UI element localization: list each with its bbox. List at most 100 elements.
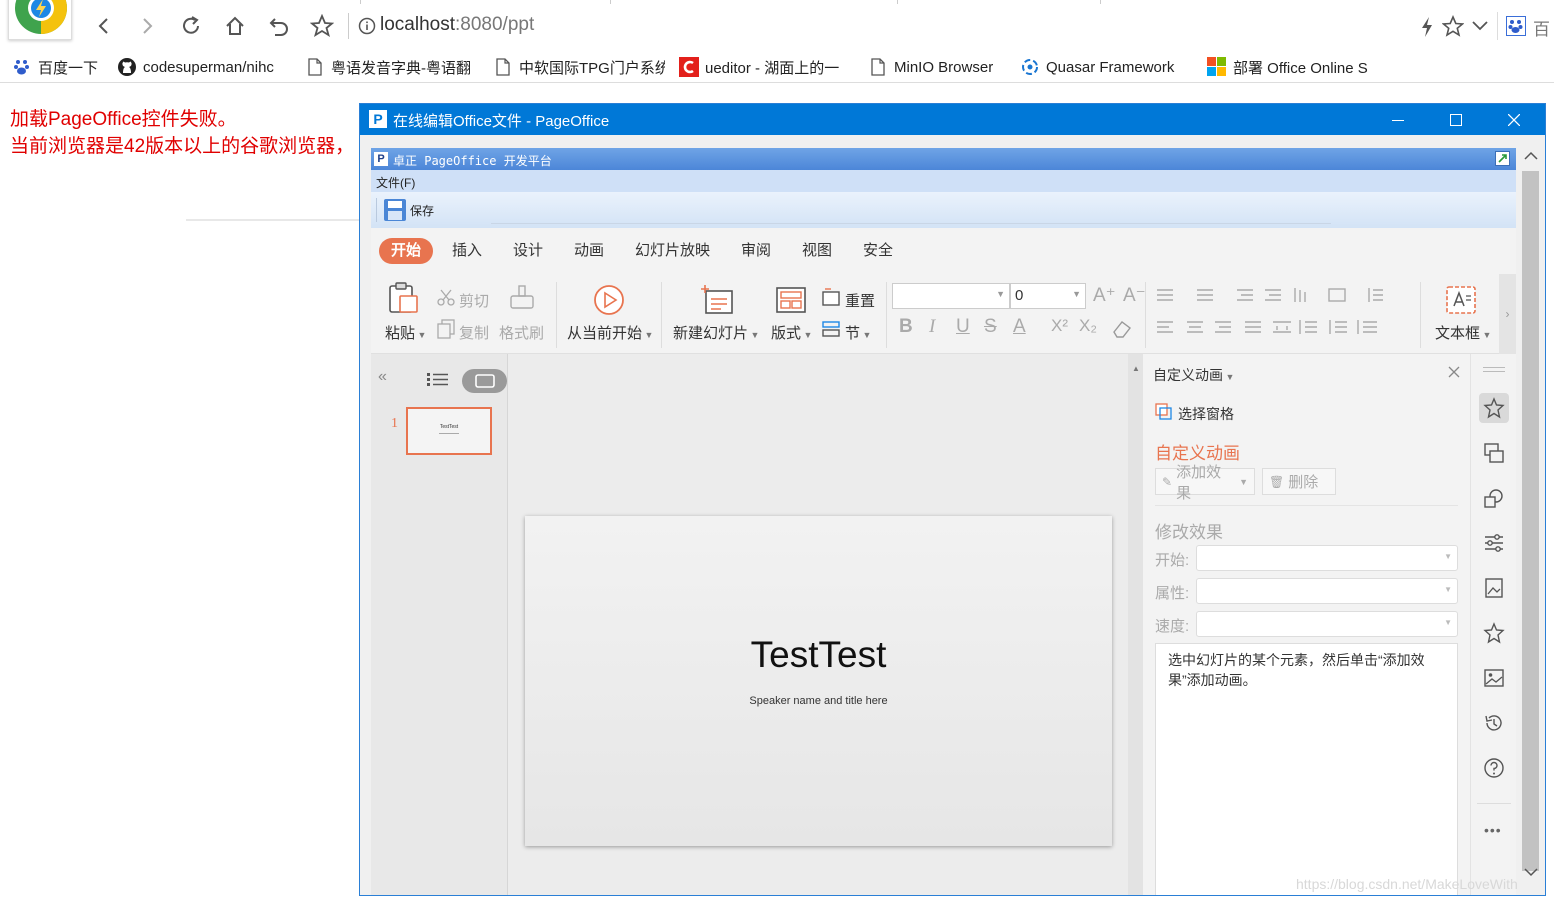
- from-current-button[interactable]: 从当前开始 ▼: [567, 322, 653, 343]
- bookmark-item[interactable]: codesuperman/nihc: [117, 57, 289, 77]
- font-size-select[interactable]: 0 ▼: [1010, 283, 1086, 309]
- picture-gallery-icon[interactable]: [1479, 573, 1509, 603]
- back-icon[interactable]: [90, 12, 118, 40]
- reset-button[interactable]: 重置: [845, 290, 875, 311]
- image-icon[interactable]: [1479, 663, 1509, 693]
- site-info-icon[interactable]: [358, 17, 376, 35]
- layout-icon[interactable]: [775, 286, 807, 314]
- paste-icon[interactable]: [387, 282, 419, 314]
- selection-pane-link[interactable]: 选择窗格: [1178, 404, 1234, 424]
- underline-icon[interactable]: U: [956, 316, 970, 338]
- tab-design[interactable]: 设计: [501, 238, 555, 264]
- subscript-icon[interactable]: X₂: [1079, 316, 1097, 336]
- property-select[interactable]: ▼: [1196, 578, 1458, 604]
- favorites-icon[interactable]: [1479, 618, 1509, 648]
- tab-edge: [610, 0, 611, 4]
- slide-title[interactable]: TestTest: [525, 634, 1112, 676]
- animation-list-box[interactable]: 选中幻灯片的某个元素，然后单击“添加效果”添加动画。: [1155, 643, 1458, 895]
- scroll-up-arrow-icon[interactable]: ▲: [1132, 364, 1140, 373]
- bold-icon[interactable]: B: [899, 316, 913, 338]
- menu-file[interactable]: 文件(F): [376, 174, 415, 191]
- tab-slideshow[interactable]: 幻灯片放映: [623, 238, 722, 264]
- clear-format-icon[interactable]: [1111, 319, 1133, 339]
- slide-view-icon[interactable]: [462, 369, 507, 393]
- stage-scrollbar[interactable]: ▲: [1128, 354, 1143, 895]
- collapse-pane-icon[interactable]: «: [378, 368, 387, 386]
- bookmark-item[interactable]: 粤语发音字典-粤语翻: [305, 57, 477, 77]
- start-select[interactable]: ▼: [1196, 545, 1458, 571]
- chevron-down-icon[interactable]: [1471, 18, 1489, 34]
- scroll-up-icon[interactable]: [1524, 151, 1538, 161]
- copy-button[interactable]: 复制: [459, 322, 489, 343]
- bookmark-item[interactable]: MinIO Browser: [868, 57, 1008, 77]
- slide-subtitle[interactable]: Speaker name and title here: [525, 695, 1112, 707]
- more-icon[interactable]: •••: [1484, 822, 1502, 838]
- outline-view-icon[interactable]: [427, 372, 449, 388]
- format-painter-button[interactable]: 格式刷: [499, 322, 544, 343]
- address-bar[interactable]: localhost:8080/ppt: [380, 14, 534, 36]
- bookmark-item[interactable]: 中软国际TPG门户系统: [493, 57, 665, 77]
- bookmark-item[interactable]: ueditor - 湖面上的一: [679, 57, 851, 77]
- baidu-extension-icon[interactable]: [1506, 16, 1526, 36]
- shrink-font-icon[interactable]: A⁻: [1123, 284, 1146, 307]
- bookmark-item[interactable]: Quasar Framework: [1020, 57, 1192, 77]
- help-icon[interactable]: [1479, 753, 1509, 783]
- tab-animation[interactable]: 动画: [562, 238, 616, 264]
- lightning-icon[interactable]: [1420, 16, 1434, 38]
- rail-grip: [1483, 367, 1505, 372]
- bookmark-item[interactable]: 百度一下: [12, 57, 112, 77]
- undo-close-tab-icon[interactable]: [265, 12, 293, 40]
- bookmark-item[interactable]: 部署 Office Online S: [1207, 57, 1379, 77]
- italic-icon[interactable]: I: [929, 316, 935, 338]
- add-effect-button[interactable]: ✎ 添加效果 ▼: [1155, 464, 1255, 502]
- home-icon[interactable]: [221, 12, 249, 40]
- save-label: 保存: [410, 203, 435, 218]
- scroll-down-icon[interactable]: [1524, 867, 1538, 877]
- section-button[interactable]: 节 ▼: [845, 322, 871, 343]
- new-slide-button[interactable]: 新建幻灯片 ▼: [673, 322, 759, 343]
- custom-animation-icon[interactable]: [1479, 393, 1509, 423]
- properties-icon[interactable]: [1479, 528, 1509, 558]
- history-icon[interactable]: [1479, 708, 1509, 738]
- tab-view[interactable]: 视图: [790, 238, 844, 264]
- slide-transition-icon[interactable]: [1479, 438, 1509, 468]
- tab-start[interactable]: 开始: [379, 238, 434, 264]
- save-button[interactable]: 保存: [383, 198, 434, 222]
- textbox-icon[interactable]: [1446, 286, 1476, 314]
- close-pane-icon[interactable]: [1448, 366, 1460, 378]
- paste-button[interactable]: 粘贴 ▼: [385, 322, 426, 343]
- minimize-button[interactable]: [1369, 104, 1427, 135]
- current-slide[interactable]: TestTest Speaker name and title here: [525, 516, 1112, 846]
- slide-thumbnail[interactable]: TestTest: [406, 407, 492, 455]
- tab-insert[interactable]: 插入: [440, 238, 494, 264]
- task-pane-header[interactable]: 自定义动画 ▼: [1153, 365, 1234, 385]
- favorite-icon[interactable]: [1442, 15, 1464, 37]
- grow-font-icon[interactable]: A⁺: [1093, 284, 1116, 307]
- animation-task-pane: 自定义动画 ▼ 选择窗格 自定义动画 ✎ 添加效果 ▼ 🗑 删除 修改效果 开始: ▼…: [1143, 354, 1470, 895]
- layout-button[interactable]: 版式 ▼: [771, 322, 812, 343]
- cut-button[interactable]: 剪切: [459, 290, 489, 311]
- maximize-button[interactable]: [1427, 104, 1485, 135]
- scroll-thumb[interactable]: [1522, 171, 1539, 871]
- reload-icon[interactable]: [177, 12, 205, 40]
- tab-review[interactable]: 审阅: [729, 238, 783, 264]
- shapes-icon[interactable]: [1479, 483, 1509, 513]
- forward-icon[interactable]: [133, 12, 161, 40]
- play-icon[interactable]: [593, 284, 625, 316]
- ribbon-scroll-right[interactable]: ›: [1499, 274, 1516, 354]
- font-name-select[interactable]: ▼: [892, 283, 1010, 309]
- font-color-icon[interactable]: A: [1013, 316, 1026, 338]
- fullscreen-icon[interactable]: [1495, 151, 1510, 166]
- tab-security[interactable]: 安全: [851, 238, 905, 264]
- close-button[interactable]: [1485, 104, 1543, 135]
- speed-select[interactable]: ▼: [1196, 611, 1458, 637]
- new-slide-icon[interactable]: [701, 284, 735, 316]
- paragraph-icons[interactable]: [1153, 286, 1408, 346]
- window-scrollbar[interactable]: [1516, 135, 1545, 895]
- delete-effect-button[interactable]: 🗑 删除: [1262, 468, 1336, 495]
- textbox-button[interactable]: 文本框 ▼: [1435, 322, 1491, 343]
- window-titlebar[interactable]: P 在线编辑Office文件 - PageOffice: [360, 104, 1545, 135]
- superscript-icon[interactable]: X²: [1051, 316, 1068, 336]
- bookmark-star-icon[interactable]: [308, 12, 336, 40]
- strikethrough-icon[interactable]: S: [984, 316, 997, 338]
